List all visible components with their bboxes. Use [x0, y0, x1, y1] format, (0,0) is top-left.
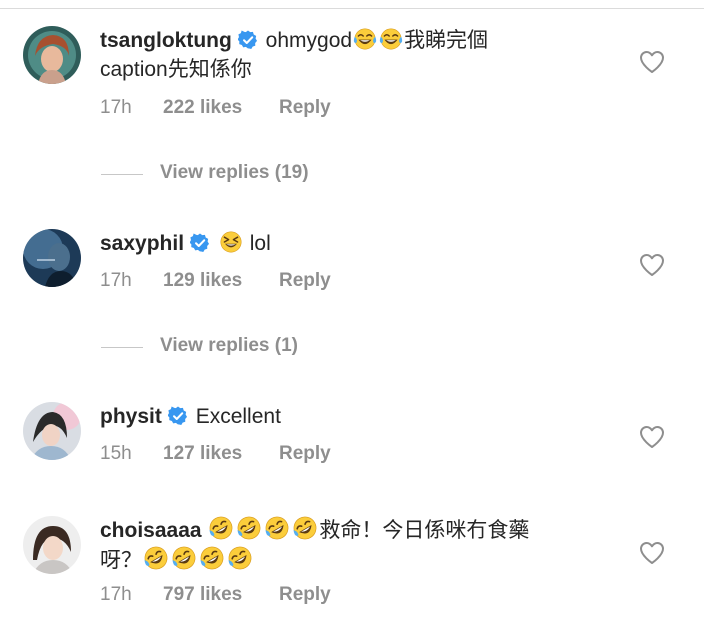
- rolling-on-floor-laughing-icon: [292, 515, 318, 541]
- username[interactable]: physit: [100, 405, 162, 428]
- avatar[interactable]: [23, 229, 81, 287]
- likes-count[interactable]: 127 likes: [163, 443, 242, 465]
- comment-text: tsangloktung ohmygod 我睇完個 caption先知係你: [100, 26, 600, 84]
- verified-icon: [238, 30, 258, 50]
- heart-icon[interactable]: [639, 425, 665, 449]
- comment-meta: 17h 222 likes Reply: [100, 97, 360, 121]
- likes-count[interactable]: 222 likes: [163, 97, 242, 119]
- view-replies-line: [101, 347, 143, 348]
- comment-body: Excellent: [195, 405, 281, 428]
- comment-meta: 17h 797 likes Reply: [100, 584, 360, 608]
- rolling-on-floor-laughing-icon: [264, 515, 290, 541]
- rolling-on-floor-laughing-icon: [208, 515, 234, 541]
- view-replies-label: View replies (1): [160, 335, 298, 356]
- likes-count[interactable]: 129 likes: [163, 270, 242, 292]
- rolling-on-floor-laughing-icon: [199, 545, 225, 571]
- top-divider: [0, 8, 704, 9]
- comment-body-line2: 呀？: [100, 549, 142, 572]
- heart-icon[interactable]: [639, 253, 665, 277]
- face-with-tears-of-joy-icon: [379, 27, 403, 51]
- view-replies-button[interactable]: View replies (19): [101, 162, 341, 186]
- comment-body: 救命！今日係咪冇食藥: [319, 519, 530, 542]
- comment-text: physit Excellent: [100, 402, 600, 431]
- timestamp: 17h: [100, 584, 132, 605]
- view-replies-button[interactable]: View replies (1): [101, 335, 341, 359]
- comment-text: choisaaaa 救命！今日係咪冇食藥 呀？: [100, 515, 600, 575]
- heart-icon[interactable]: [639, 50, 665, 74]
- heart-icon[interactable]: [639, 541, 665, 565]
- view-replies-line: [101, 174, 143, 175]
- comment-body: lol: [249, 232, 271, 255]
- timestamp: 15h: [100, 443, 132, 464]
- username[interactable]: saxyphil: [100, 232, 184, 255]
- verified-icon: [168, 406, 188, 426]
- avatar[interactable]: [23, 402, 81, 460]
- reply-button[interactable]: Reply: [279, 443, 331, 465]
- comment-text: saxyphil lol: [100, 229, 600, 258]
- reply-button[interactable]: Reply: [279, 270, 331, 292]
- avatar[interactable]: [23, 26, 81, 84]
- rolling-on-floor-laughing-icon: [236, 515, 262, 541]
- timestamp: 17h: [100, 270, 132, 291]
- view-replies-label: View replies (19): [160, 162, 309, 183]
- reply-button[interactable]: Reply: [279, 97, 331, 119]
- comment-meta: 15h 127 likes Reply: [100, 443, 360, 467]
- comment-body: ohmygod: [265, 29, 353, 52]
- reply-button[interactable]: Reply: [279, 584, 331, 606]
- comment-body-line2: caption先知係你: [100, 58, 252, 81]
- timestamp: 17h: [100, 97, 132, 118]
- comment-body-suffix: 我睇完個: [404, 29, 489, 52]
- rolling-on-floor-laughing-icon: [171, 545, 197, 571]
- grinning-squinting-face-icon: [219, 230, 243, 254]
- face-with-tears-of-joy-icon: [353, 27, 377, 51]
- username[interactable]: tsangloktung: [100, 29, 232, 52]
- likes-count[interactable]: 797 likes: [163, 584, 242, 606]
- verified-icon: [190, 233, 210, 253]
- avatar[interactable]: [23, 516, 81, 574]
- comment-meta: 17h 129 likes Reply: [100, 270, 360, 294]
- username[interactable]: choisaaaa: [100, 519, 202, 542]
- rolling-on-floor-laughing-icon: [227, 545, 253, 571]
- rolling-on-floor-laughing-icon: [143, 545, 169, 571]
